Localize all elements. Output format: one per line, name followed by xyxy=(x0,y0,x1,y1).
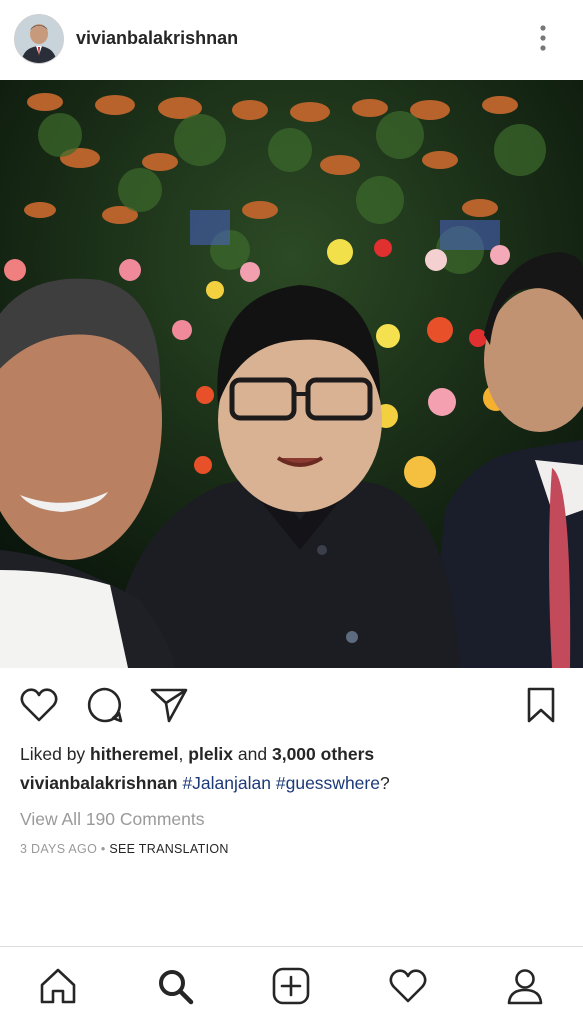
post-timestamp: 3 DAYS AGO xyxy=(20,842,98,856)
meta-separator: • xyxy=(97,842,110,856)
activity-heart-icon[interactable] xyxy=(378,956,438,1016)
post-meta: 3 DAYS AGO • SEE TRANSLATION xyxy=(20,842,229,856)
likes-count-link[interactable]: 3,000 others xyxy=(272,744,374,764)
caption-text: ? xyxy=(379,773,390,793)
search-icon[interactable] xyxy=(145,956,205,1016)
post-caption: vivianbalakrishnan #Jalanjalan #guesswhe… xyxy=(20,773,390,794)
add-post-icon[interactable] xyxy=(261,956,321,1016)
send-icon[interactable] xyxy=(144,680,194,730)
hashtag-link[interactable]: #Jalanjalan xyxy=(182,773,271,793)
likes-summary[interactable]: Liked by hitheremel, plelix and 3,000 ot… xyxy=(20,744,374,765)
caption-username[interactable]: vivianbalakrishnan xyxy=(20,773,178,793)
liked-and-label: and xyxy=(233,744,272,764)
more-vertical-icon[interactable] xyxy=(531,22,555,56)
liked-user-link[interactable]: hitheremel xyxy=(90,744,179,764)
bookmark-icon[interactable] xyxy=(516,680,566,730)
profile-icon[interactable] xyxy=(495,956,555,1016)
post-username[interactable]: vivianbalakrishnan xyxy=(76,28,238,49)
bottom-nav xyxy=(0,946,583,1025)
liked-by-label: Liked by xyxy=(20,744,91,764)
comment-icon[interactable] xyxy=(80,680,130,730)
heart-icon[interactable] xyxy=(14,680,64,730)
liked-separator: , xyxy=(178,744,189,764)
hashtag-link[interactable]: #guesswhere xyxy=(276,773,380,793)
liked-user-link[interactable]: plelix xyxy=(188,744,233,764)
post-photo[interactable] xyxy=(0,80,583,668)
post-actions xyxy=(0,680,583,736)
home-icon[interactable] xyxy=(28,956,88,1016)
view-comments-link[interactable]: View All 190 Comments xyxy=(20,809,205,830)
see-translation-link[interactable]: SEE TRANSLATION xyxy=(109,842,228,856)
post-header: vivianbalakrishnan xyxy=(0,0,583,78)
avatar[interactable] xyxy=(14,14,64,64)
